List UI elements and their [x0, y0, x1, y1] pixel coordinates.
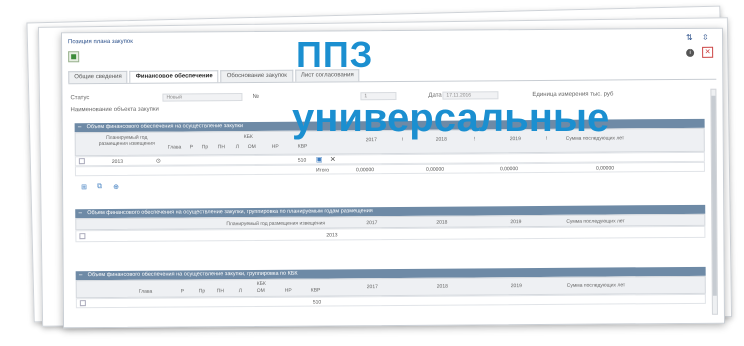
overlay-title: ППЗ [296, 34, 374, 75]
tab-financing[interactable]: Финансовое обеспечение [129, 70, 219, 83]
row-checkbox[interactable] [79, 300, 86, 307]
overlay-subtitle: универсальные [292, 96, 610, 140]
col-om: ОМ [247, 143, 256, 151]
add-row-icon[interactable]: ⊞ [81, 183, 87, 191]
restore-icon[interactable]: ⇅ [686, 33, 693, 42]
col-nr: НР [284, 287, 292, 294]
planned-year-cell: 2013 [111, 158, 124, 165]
delete-row-icon[interactable]: ✕ [330, 155, 336, 163]
window-title: Позиция плана закупок [68, 38, 133, 46]
copy-row-icon[interactable]: ⧉ [97, 183, 102, 191]
col-pr: Пр [201, 144, 209, 151]
col-kvr: КВР [297, 143, 308, 150]
close-icon[interactable]: ✕ [702, 46, 714, 58]
col-l: Л [235, 144, 240, 151]
col-kvr: КВР [310, 287, 321, 294]
col-kbk: КБК [243, 133, 253, 141]
col-r: Р [180, 288, 185, 295]
total-2018: 0,00000 [425, 166, 445, 173]
insert-row-icon[interactable]: ⊕ [113, 183, 119, 191]
col-later-years: Сумма последующих лет [566, 282, 626, 289]
col-2018: 2018 [436, 219, 448, 226]
col-pn: ПН [216, 288, 225, 295]
planned-year-cell: 2013 [326, 232, 338, 239]
col-pn: ПН [217, 144, 226, 151]
row-checkbox[interactable] [79, 233, 86, 240]
total-2019: 0,00000 [499, 166, 519, 173]
col-2018: 2018 [436, 283, 448, 290]
plan-position-window: Позиция плана закупок ⇅ ⇳ i ✕ Общие свед… [60, 27, 726, 329]
info-icon[interactable]: i [686, 48, 695, 57]
number-label: № [252, 93, 259, 100]
calendar-icon[interactable]: ⊙ [156, 158, 161, 165]
col-2017: 2017 [366, 220, 378, 227]
col-glava: Глава [138, 288, 153, 295]
kvr-cell: 510 [312, 299, 322, 306]
col-pr: Пр [198, 288, 206, 295]
vertical-scrollbar[interactable] [710, 88, 718, 315]
tab-general[interactable]: Общие сведения [68, 70, 128, 84]
col-r: Р [189, 144, 194, 151]
col-planned-year: Планируемый год размещения извещения [98, 134, 155, 148]
save-row-icon[interactable]: ▣ [316, 155, 323, 163]
scrollbar-thumb[interactable] [711, 95, 717, 296]
object-name-label: Наименование объекта закупки [70, 106, 159, 114]
col-later-years: Сумма последующих лет [566, 218, 625, 225]
row-checkbox[interactable] [78, 158, 85, 165]
status-field[interactable]: Новый [162, 93, 243, 102]
total-later: 0,00000 [595, 165, 615, 172]
total-2017: 0,00000 [355, 167, 375, 174]
total-label: Итого [315, 167, 330, 174]
tab-justification[interactable]: Обоснование закупок [220, 69, 293, 83]
col-planned-year: Планируемый год размещения извещения [226, 220, 326, 228]
status-label: Статус [70, 95, 90, 102]
col-om: ОМ [256, 287, 265, 294]
save-button[interactable] [68, 51, 80, 63]
col-2019: 2019 [510, 283, 522, 290]
resize-icon[interactable]: ⇳ [702, 33, 709, 42]
col-glava: Глава [167, 144, 182, 151]
kvr-cell: 510 [297, 157, 307, 164]
col-kbk: КБК [256, 280, 266, 287]
col-2019: 2019 [510, 219, 522, 226]
col-nr: НР [271, 143, 279, 150]
col-2017: 2017 [366, 284, 378, 291]
col-l: Л [238, 288, 243, 295]
